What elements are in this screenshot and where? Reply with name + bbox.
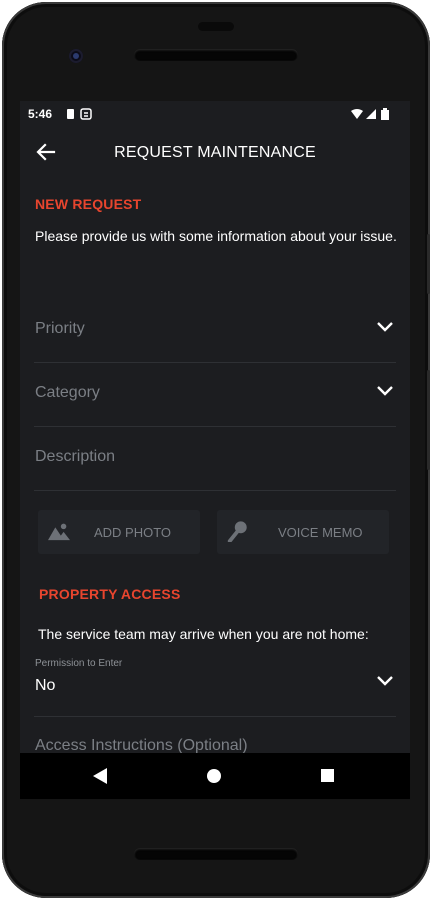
category-placeholder: Category [35,384,100,401]
chevron-down-icon [377,676,393,686]
nav-recents-icon[interactable] [321,769,334,782]
status-bar: 5:46 [20,101,410,127]
intro-text: Please provide us with some information … [35,228,397,244]
bottom-speaker [134,848,298,860]
description-placeholder: Description [35,448,116,465]
chevron-down-icon [377,386,393,396]
property-access-heading: PROPERTY ACCESS [39,586,181,602]
priority-dropdown[interactable]: Priority [34,300,396,363]
signal-battery-icons [351,108,389,120]
permission-label: Permission to Enter [35,658,123,669]
page-title: REQUEST MAINTENANCE [114,144,316,161]
top-notch [198,22,234,31]
chevron-down-icon [377,322,393,332]
add-photo-label: ADD PHOTO [94,525,172,540]
access-note: The service team may arrive when you are… [38,626,369,642]
voice-memo-button[interactable]: VOICE MEMO [217,510,389,554]
category-dropdown[interactable]: Category [34,364,396,427]
power-button [427,234,430,294]
priority-placeholder: Priority [35,320,85,337]
notification-icons [67,108,92,120]
app-bar: REQUEST MAINTENANCE [20,127,410,177]
description-input[interactable]: Description [34,428,396,491]
permission-value: No [35,677,56,694]
image-icon [48,523,70,541]
earpiece-speaker [134,49,298,61]
nav-home-icon[interactable] [207,769,221,783]
access-instructions-input[interactable]: Access Instructions (Optional) [34,717,396,753]
status-time: 5:46 [28,107,53,121]
volume-button [427,370,430,470]
system-nav-bar [20,753,410,799]
access-instructions-placeholder: Access Instructions (Optional) [35,737,248,753]
voice-memo-label: VOICE MEMO [278,525,363,540]
app-screen: 5:46 REQUEST MAINTENANCE NEW REQUEST Ple… [20,101,410,753]
new-request-heading: NEW REQUEST [35,196,142,212]
front-camera-icon [69,49,83,63]
nav-back-icon[interactable] [93,768,107,784]
microphone-icon [227,521,247,542]
add-photo-button[interactable]: ADD PHOTO [38,510,200,554]
